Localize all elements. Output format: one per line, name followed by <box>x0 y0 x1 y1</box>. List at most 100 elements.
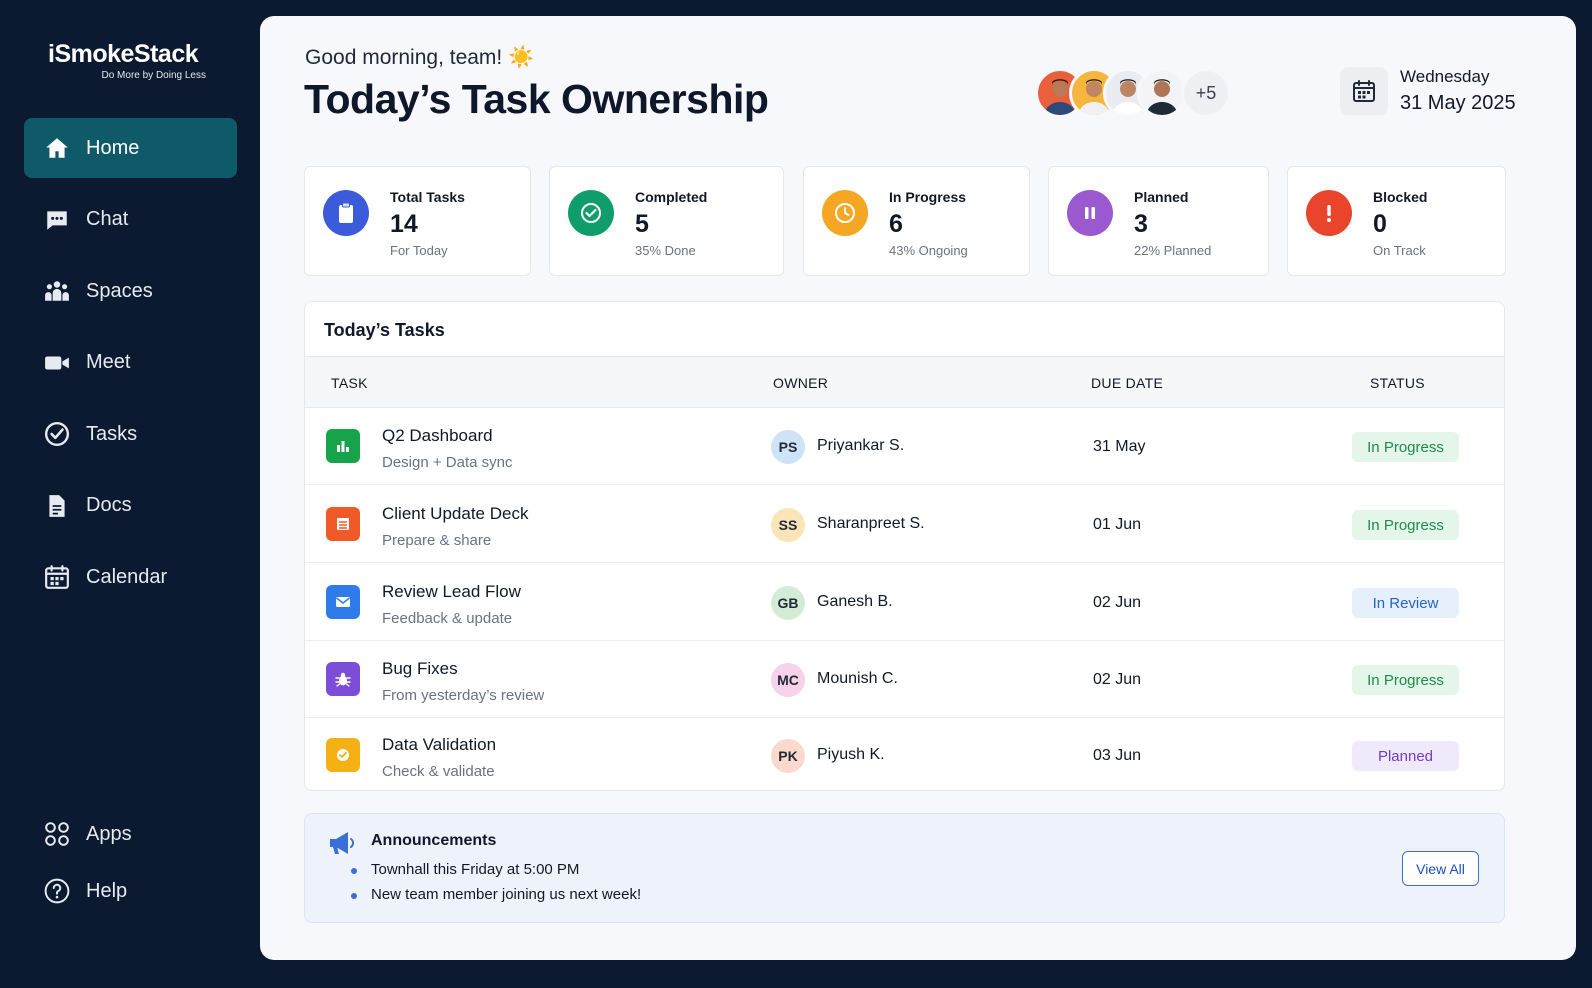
mail-icon <box>326 585 360 619</box>
sidebar-item-apps[interactable]: Apps <box>24 810 237 858</box>
status-badge[interactable]: In Review <box>1352 588 1459 618</box>
table-row[interactable]: Bug Fixes From yesterday’s review MC Mou… <box>305 641 1504 718</box>
owner-name: Ganesh B. <box>817 593 893 610</box>
column-header-due-date[interactable]: DUE DATE <box>1091 375 1163 391</box>
app-logo[interactable]: iSmokeStack Do More by Doing Less <box>48 40 208 81</box>
task-name[interactable]: Q2 Dashboard <box>382 426 493 446</box>
sidebar-item-docs[interactable]: Docs <box>24 476 237 536</box>
stat-subtext: 35% Done <box>635 243 696 258</box>
sidebar-item-calendar[interactable]: Calendar <box>24 547 237 607</box>
stat-label: Total Tasks <box>390 189 465 205</box>
date-full: 31 May 2025 <box>1400 92 1516 114</box>
stat-card-total[interactable]: Total Tasks 14 For Today <box>304 166 531 276</box>
clock-icon <box>822 190 868 236</box>
bullet-icon <box>351 893 357 899</box>
announcements-panel: Announcements Townhall this Friday at 5:… <box>304 813 1505 923</box>
bug-icon <box>326 662 360 696</box>
apps-grid-icon <box>44 821 70 847</box>
sidebar-item-label: Chat <box>86 208 129 230</box>
sidebar-item-chat[interactable]: Chat <box>24 190 237 250</box>
stat-value: 14 <box>390 210 418 238</box>
due-date: 03 Jun <box>1093 747 1142 764</box>
owner-avatar: SS <box>771 508 805 542</box>
due-date: 31 May <box>1093 438 1146 455</box>
stat-value: 0 <box>1373 210 1387 238</box>
sidebar-item-help[interactable]: Help <box>24 867 237 915</box>
stat-value: 5 <box>635 210 649 238</box>
app-name: iSmokeStack <box>48 40 199 68</box>
avatar[interactable] <box>1137 68 1187 118</box>
stat-subtext: For Today <box>390 243 448 258</box>
stat-card-completed[interactable]: Completed 5 35% Done <box>549 166 784 276</box>
table-row[interactable]: Review Lead Flow Feedback & update GB Ga… <box>305 564 1504 641</box>
status-badge[interactable]: In Progress <box>1352 665 1459 695</box>
announcements-title: Announcements <box>371 832 497 849</box>
greeting-text: Good morning, team! ☀️ <box>305 46 535 69</box>
task-description: Check & validate <box>382 763 495 780</box>
task-name[interactable]: Data Validation <box>382 735 496 755</box>
sidebar-item-label: Tasks <box>86 422 138 445</box>
status-badge[interactable]: Planned <box>1352 741 1459 771</box>
task-description: Prepare & share <box>382 532 492 549</box>
owner-avatar: MC <box>771 663 805 697</box>
more-members-count[interactable]: +5 <box>1181 68 1231 118</box>
stat-subtext: On Track <box>1373 243 1426 258</box>
due-date: 02 Jun <box>1093 671 1142 688</box>
task-name[interactable]: Review Lead Flow <box>382 582 521 602</box>
bar-chart-icon <box>326 429 360 463</box>
calendar-icon[interactable] <box>1340 67 1388 115</box>
check-circle-icon <box>44 421 70 447</box>
owner-name: Priyankar S. <box>817 437 905 454</box>
team-avatars[interactable]: +5 <box>1035 67 1231 119</box>
column-header-owner[interactable]: OWNER <box>773 375 828 391</box>
stat-value: 3 <box>1134 210 1148 238</box>
sidebar: iSmokeStack Do More by Doing Less Home C… <box>0 0 258 988</box>
task-description: Feedback & update <box>382 610 513 627</box>
sidebar-item-label: Docs <box>86 494 132 516</box>
home-icon <box>44 135 70 161</box>
stat-label: Planned <box>1134 189 1189 205</box>
video-icon <box>44 350 70 376</box>
stat-card-in-progress[interactable]: In Progress 6 43% Ongoing <box>803 166 1030 276</box>
stat-card-planned[interactable]: Planned 3 22% Planned <box>1048 166 1269 276</box>
page-title: Today’s Task Ownership <box>304 76 769 122</box>
sidebar-item-meet[interactable]: Meet <box>24 333 237 393</box>
help-icon <box>44 878 70 904</box>
owner-avatar: PS <box>771 430 805 464</box>
sidebar-item-tasks[interactable]: Tasks <box>24 404 237 464</box>
column-header-status[interactable]: STATUS <box>1370 375 1425 391</box>
announcement-item: Townhall this Friday at 5:00 PM <box>371 861 580 878</box>
task-name[interactable]: Bug Fixes <box>382 659 458 679</box>
stat-subtext: 22% Planned <box>1134 243 1212 258</box>
column-header-task[interactable]: TASK <box>331 375 368 391</box>
stat-label: Completed <box>635 189 708 205</box>
task-description: Design + Data sync <box>382 454 513 471</box>
status-badge[interactable]: In Progress <box>1352 432 1459 462</box>
sidebar-item-spaces[interactable]: Spaces <box>24 261 237 321</box>
table-header: TASK OWNER DUE DATE STATUS <box>305 356 1504 408</box>
status-badge[interactable]: In Progress <box>1352 510 1459 540</box>
sidebar-item-label: Help <box>86 879 128 902</box>
document-icon <box>44 493 70 519</box>
stat-subtext: 43% Ongoing <box>889 243 968 258</box>
pause-icon <box>1067 190 1113 236</box>
calendar-icon <box>44 564 70 590</box>
sidebar-nav: Home Chat Spaces Meet Tasks Docs Calenda… <box>24 118 237 619</box>
task-name[interactable]: Client Update Deck <box>382 504 528 524</box>
table-row[interactable]: Q2 Dashboard Design + Data sync PS Priya… <box>305 408 1504 485</box>
owner-avatar: GB <box>771 586 805 620</box>
sidebar-item-home[interactable]: Home <box>24 118 237 178</box>
table-row[interactable]: Data Validation Check & validate PK Piyu… <box>305 717 1504 790</box>
view-all-button[interactable]: View All <box>1402 851 1479 886</box>
date-weekday: Wednesday <box>1400 67 1490 86</box>
alert-icon <box>1306 190 1352 236</box>
stat-label: In Progress <box>889 189 967 205</box>
stat-card-blocked[interactable]: Blocked 0 On Track <box>1287 166 1506 276</box>
sidebar-item-label: Meet <box>86 351 131 373</box>
sidebar-item-label: Apps <box>86 822 132 845</box>
owner-avatar: PK <box>771 739 805 773</box>
people-icon <box>44 278 70 304</box>
announcement-item: New team member joining us next week! <box>371 886 642 903</box>
owner-name: Mounish C. <box>817 670 898 687</box>
table-row[interactable]: Client Update Deck Prepare & share SS Sh… <box>305 486 1504 563</box>
